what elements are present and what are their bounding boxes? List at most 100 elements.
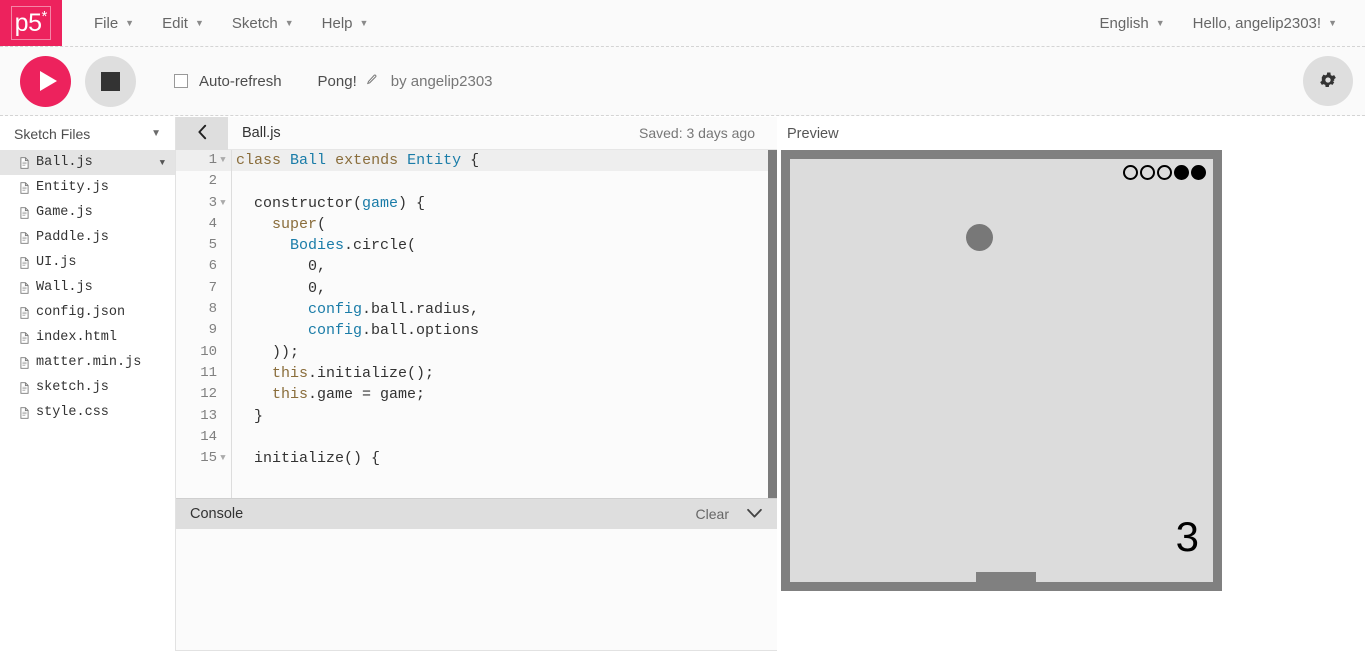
line-number-label: 1 bbox=[208, 152, 217, 168]
file-item-label: sketch.js bbox=[36, 380, 109, 395]
line-number-label: 6 bbox=[208, 258, 217, 275]
file-icon bbox=[20, 231, 29, 244]
code-editor[interactable]: 1▼2▼3▼4▼5▼6▼7▼8▼9▼10▼11▼12▼13▼14▼15▼ cla… bbox=[176, 150, 777, 498]
sketch-canvas[interactable]: 3 bbox=[781, 150, 1222, 591]
code-line[interactable]: initialize() { bbox=[232, 448, 777, 469]
play-button[interactable] bbox=[20, 55, 71, 107]
line-number: 2▼ bbox=[176, 171, 231, 192]
file-item-index-html[interactable]: index.html bbox=[0, 325, 175, 350]
sketch-name-label[interactable]: Pong! bbox=[318, 73, 357, 90]
stop-button[interactable] bbox=[85, 55, 136, 107]
code-line[interactable]: this.game = game; bbox=[232, 384, 777, 405]
menu-edit[interactable]: Edit ▼ bbox=[148, 0, 218, 47]
menu-edit-label: Edit bbox=[162, 14, 188, 32]
code-line[interactable]: super( bbox=[232, 214, 777, 235]
code-line[interactable]: } bbox=[232, 406, 777, 427]
line-number: 4▼ bbox=[176, 214, 231, 235]
menu-file[interactable]: File ▼ bbox=[80, 0, 148, 47]
line-number: 10▼ bbox=[176, 342, 231, 363]
file-item-paddle-js[interactable]: Paddle.js bbox=[0, 225, 175, 250]
menu-sketch[interactable]: Sketch ▼ bbox=[218, 0, 308, 47]
code-line[interactable]: 0, bbox=[232, 278, 777, 299]
menu-sketch-label: Sketch bbox=[231, 14, 278, 32]
file-item-wall-js[interactable]: Wall.js bbox=[0, 275, 175, 300]
line-number: 6▼ bbox=[176, 256, 231, 277]
file-icon bbox=[20, 306, 29, 319]
file-item-config-json[interactable]: config.json bbox=[0, 300, 175, 325]
file-item-sketch-js[interactable]: sketch.js bbox=[0, 375, 175, 400]
file-item-label: Wall.js bbox=[36, 280, 93, 295]
code-token: )); bbox=[236, 343, 300, 361]
code-token: ) { bbox=[398, 194, 426, 212]
file-item-ball-js[interactable]: Ball.js ▼ bbox=[0, 150, 175, 175]
code-line[interactable]: 0, bbox=[232, 256, 777, 277]
gear-icon bbox=[1318, 70, 1338, 93]
menu-help[interactable]: Help ▼ bbox=[308, 0, 383, 47]
chevron-down-icon[interactable]: ▼ bbox=[151, 128, 161, 139]
file-item-label: index.html bbox=[36, 330, 118, 345]
code-line[interactable]: config.ball.options bbox=[232, 320, 777, 341]
editor-scrollbar[interactable] bbox=[768, 150, 777, 498]
code-line[interactable]: this.initialize(); bbox=[232, 363, 777, 384]
code-token: this bbox=[272, 386, 309, 404]
line-number-label: 4 bbox=[208, 215, 217, 232]
collapse-sidebar-button[interactable] bbox=[176, 116, 228, 150]
toolbar: Auto-refresh Pong! by angelip2303 bbox=[0, 47, 1365, 116]
file-item-style-css[interactable]: style.css bbox=[0, 400, 175, 425]
file-icon bbox=[20, 281, 29, 294]
code-line[interactable]: Bodies.circle( bbox=[232, 235, 777, 256]
auto-refresh-toggle[interactable]: Auto-refresh bbox=[174, 73, 282, 90]
nav-right: English ▼ Hello, angelip2303! ▼ bbox=[1086, 0, 1365, 46]
code-token: Bodies bbox=[290, 237, 345, 255]
editor-tab-ball-js[interactable]: Ball.js bbox=[242, 125, 281, 141]
sketch-name: Pong! bbox=[318, 73, 377, 90]
file-item-label: Ball.js bbox=[36, 155, 93, 170]
file-list: Ball.js ▼ Entity.js Game.js Paddle.js UI.js Wa… bbox=[0, 150, 175, 425]
preview-title: Preview bbox=[787, 125, 839, 142]
file-item-ui-js[interactable]: UI.js bbox=[0, 250, 175, 275]
account-menu[interactable]: Hello, angelip2303! ▼ bbox=[1179, 0, 1351, 47]
code-token: config bbox=[308, 322, 363, 340]
code-token: Ball bbox=[290, 152, 327, 169]
saved-status: Saved: 3 days ago bbox=[639, 125, 755, 141]
line-number-label: 15 bbox=[200, 450, 217, 467]
file-item-entity-js[interactable]: Entity.js bbox=[0, 175, 175, 200]
p5-logo[interactable]: p5 * bbox=[0, 0, 62, 46]
fold-toggle-icon[interactable]: ▼ bbox=[219, 193, 227, 214]
line-number: 1 ▼ bbox=[176, 150, 231, 172]
fold-toggle-icon[interactable]: ▼ bbox=[219, 448, 227, 469]
file-icon bbox=[20, 356, 29, 369]
chevron-down-icon[interactable] bbox=[746, 507, 763, 522]
chevron-down-icon[interactable]: ▼ bbox=[160, 158, 165, 168]
file-item-matter-min-js[interactable]: matter.min.js bbox=[0, 350, 175, 375]
p5-logo-box: p5 * bbox=[11, 6, 51, 40]
fold-toggle-icon[interactable]: ▼ bbox=[219, 150, 227, 171]
line-number: 3 ▼ bbox=[176, 193, 231, 214]
code-line[interactable] bbox=[232, 171, 777, 192]
sidebar-header: Sketch Files ▼ bbox=[0, 117, 175, 150]
clear-console-button[interactable]: Clear bbox=[696, 506, 729, 522]
menu-file-label: File bbox=[94, 14, 119, 32]
code-token: } bbox=[236, 407, 264, 425]
code-line[interactable] bbox=[232, 427, 777, 448]
code-token: initialize() { bbox=[236, 450, 381, 468]
code-token: .ball.radius, bbox=[362, 301, 480, 319]
pencil-icon[interactable] bbox=[365, 74, 377, 89]
code-line[interactable]: constructor(game) { bbox=[232, 193, 777, 214]
line-number-label: 10 bbox=[200, 343, 217, 360]
code-token: Entity bbox=[407, 152, 462, 169]
code-token: super bbox=[272, 215, 318, 233]
code-line[interactable]: class Ball extends Entity { bbox=[232, 150, 777, 172]
code-line[interactable]: config.ball.radius, bbox=[232, 299, 777, 320]
line-number: 8▼ bbox=[176, 299, 231, 320]
checkbox-icon[interactable] bbox=[174, 74, 188, 88]
code-line[interactable]: )); bbox=[232, 342, 777, 363]
menu-help-label: Help bbox=[321, 14, 353, 32]
file-item-game-js[interactable]: Game.js bbox=[0, 200, 175, 225]
settings-button[interactable] bbox=[1303, 56, 1353, 106]
code-content[interactable]: class Ball extends Entity { constructor(… bbox=[232, 150, 777, 498]
language-selector[interactable]: English ▼ bbox=[1086, 0, 1179, 47]
